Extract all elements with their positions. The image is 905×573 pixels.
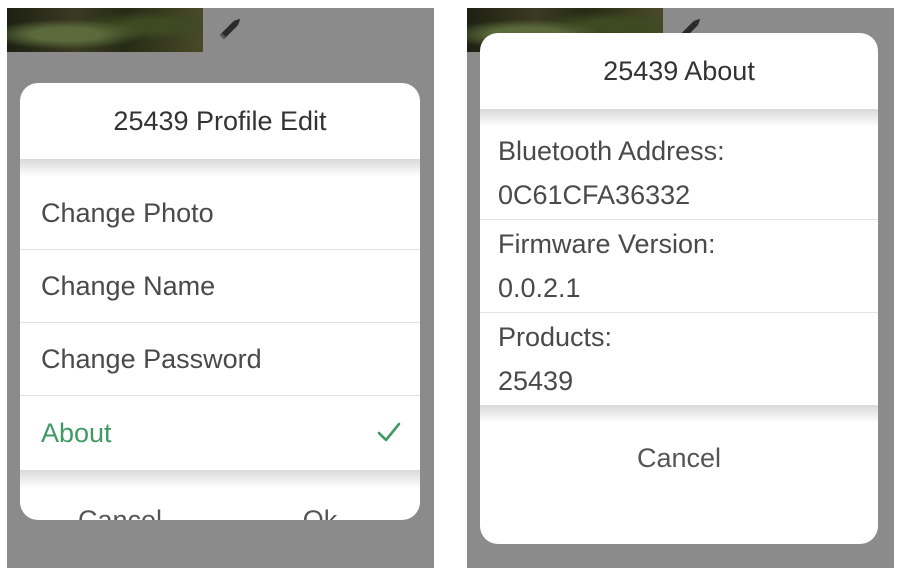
- divider: [480, 109, 878, 127]
- divider: [20, 470, 420, 488]
- info-label: Products:: [498, 322, 613, 352]
- bluetooth-address-block: Bluetooth Address: 0C61CFA36332: [480, 127, 878, 220]
- cancel-button[interactable]: Cancel: [480, 423, 878, 493]
- menu-item-change-password[interactable]: Change Password: [20, 323, 420, 396]
- pencil-icon[interactable]: [213, 10, 249, 46]
- info-label: Bluetooth Address:: [498, 136, 725, 166]
- firmware-version-value: 0.0.2.1: [498, 273, 581, 303]
- ok-button[interactable]: Ok: [220, 505, 420, 521]
- menu-item-about[interactable]: About: [20, 396, 420, 470]
- about-screen: 25439 About Bluetooth Address: 0C61CFA36…: [467, 8, 894, 568]
- profile-photo[interactable]: [7, 8, 203, 52]
- dialog-title: 25439 About: [603, 56, 755, 86]
- menu-item-label: Change Photo: [41, 198, 214, 228]
- info-label: Firmware Version:: [498, 229, 716, 259]
- menu-item-label: Change Name: [41, 271, 216, 301]
- menu-item-change-photo[interactable]: Change Photo: [20, 177, 420, 250]
- menu-item-label: About: [41, 418, 112, 448]
- dialog-footer: Cancel Ok: [20, 488, 420, 521]
- menu-item-label: Change Password: [41, 344, 262, 374]
- divider: [20, 159, 420, 177]
- menu-item-change-name[interactable]: Change Name: [20, 250, 420, 323]
- profile-edit-screen: 25439 Profile Edit Change Photo Change N…: [7, 8, 434, 568]
- bluetooth-address-value: 0C61CFA36332: [498, 180, 691, 210]
- cancel-button[interactable]: Cancel: [20, 505, 220, 521]
- dialog-title: 25439 Profile Edit: [113, 106, 327, 136]
- divider: [480, 405, 878, 423]
- firmware-version-block: Firmware Version: 0.0.2.1: [480, 220, 878, 313]
- products-block: Products: 25439: [480, 313, 878, 405]
- about-dialog: 25439 About Bluetooth Address: 0C61CFA36…: [480, 33, 878, 544]
- profile-edit-dialog: 25439 Profile Edit Change Photo Change N…: [20, 83, 420, 520]
- products-value: 25439: [498, 366, 574, 396]
- checkmark-icon: [377, 422, 401, 442]
